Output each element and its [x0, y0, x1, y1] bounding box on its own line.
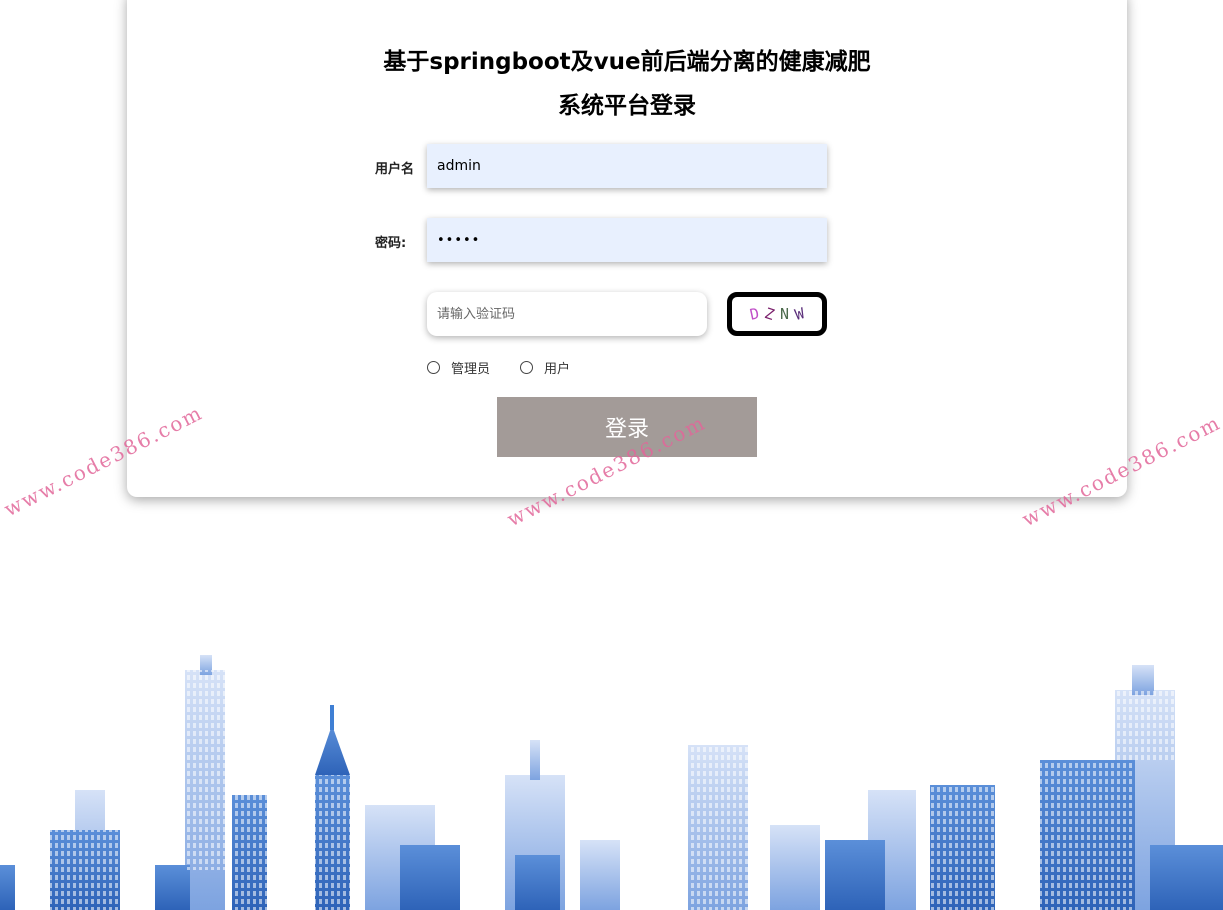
radio-button[interactable]	[520, 361, 534, 374]
role-option-admin[interactable]: 管理员	[427, 358, 490, 377]
captcha-char: W	[792, 304, 807, 324]
role-radio-group: 管理员 用户	[427, 358, 600, 377]
captcha-char: D	[748, 304, 761, 324]
captcha-input[interactable]	[427, 292, 707, 336]
role-label-user: 用户	[544, 362, 571, 377]
login-card: 基于springboot及vue前后端分离的健康减肥 系统平台登录 用户名 密码…	[127, 0, 1127, 497]
page-title-line2: 系统平台登录	[558, 93, 696, 119]
password-label: 密码:	[375, 236, 407, 251]
username-input[interactable]	[427, 144, 827, 188]
city-skyline-illustration	[0, 655, 1223, 910]
password-input[interactable]: •••••	[427, 218, 827, 262]
role-label-admin: 管理员	[451, 362, 491, 377]
radio-button[interactable]	[427, 361, 440, 374]
role-option-user[interactable]: 用户	[520, 358, 570, 377]
login-button[interactable]: 登录	[497, 397, 757, 457]
page-title-line1: 基于springboot及vue前后端分离的健康减肥	[383, 49, 871, 75]
captcha-char: N	[780, 305, 790, 323]
captcha-image[interactable]: D Z N W	[727, 292, 827, 336]
username-label: 用户名	[375, 162, 415, 177]
captcha-char: Z	[762, 304, 777, 324]
